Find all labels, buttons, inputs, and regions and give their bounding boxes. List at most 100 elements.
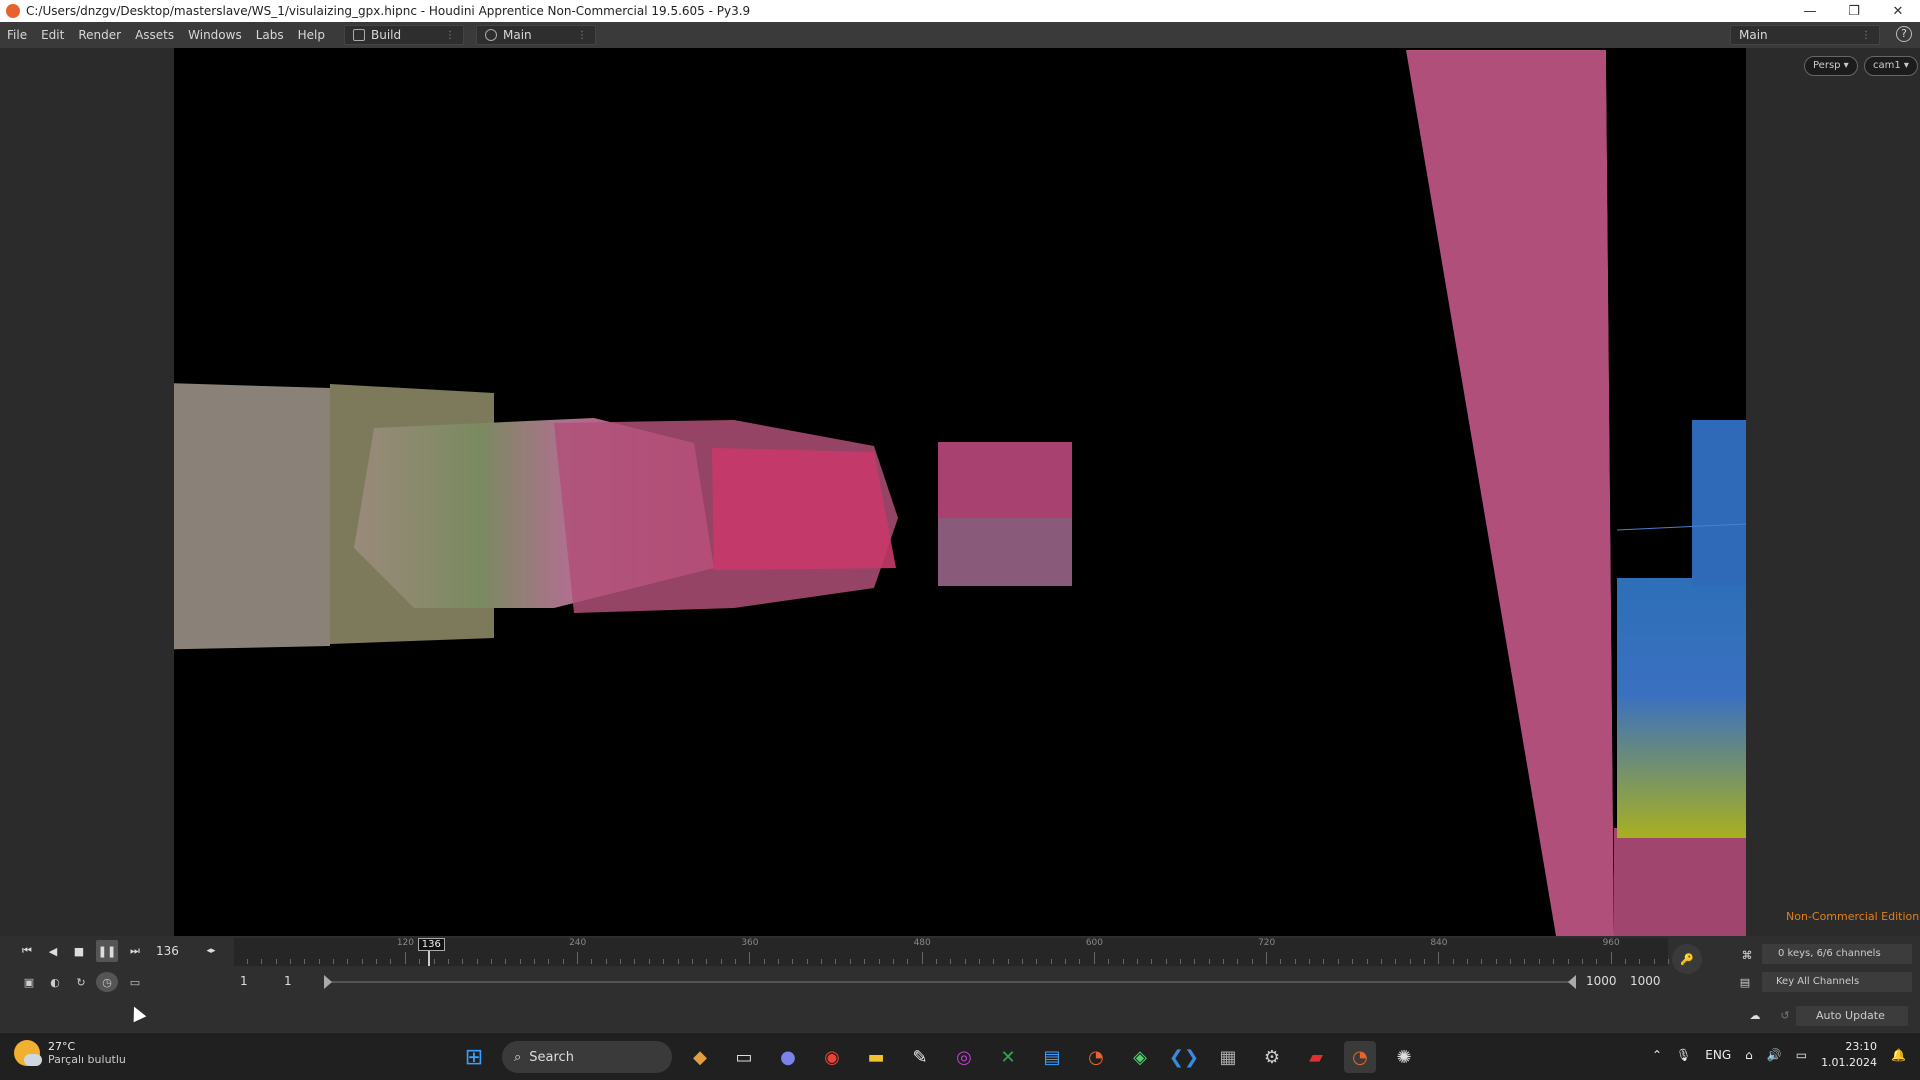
scene-viewport[interactable]: Persp ▾ cam1 ▾ (174, 48, 1746, 936)
close-button[interactable]: ✕ (1876, 0, 1920, 22)
system-tray: ⌃ 🎙 ENG ⌂ 🔊 ▭ 23:10 1.01.2024 🔔 (1652, 1039, 1906, 1071)
ruler-tick (1337, 959, 1339, 964)
ruler-tick (1065, 959, 1067, 964)
layout-icon (353, 29, 365, 41)
instagram-icon[interactable]: ◎ (948, 1041, 980, 1073)
menu-windows[interactable]: Windows (181, 28, 249, 42)
menu-render[interactable]: Render (71, 28, 128, 42)
ruler-tick (821, 959, 823, 964)
pdf-reader-icon[interactable]: ▰ (1300, 1041, 1332, 1073)
weather-widget[interactable]: 27°C Parçalı bulutlu (14, 1040, 126, 1066)
menu-help[interactable]: Help (291, 28, 332, 42)
ruler-tick (1639, 959, 1641, 964)
microphone-icon[interactable]: 🎙 (1676, 1048, 1691, 1062)
houdini-app-icon (6, 4, 20, 18)
network-icon[interactable]: ⌂ (1745, 1048, 1753, 1062)
timeline-ruler[interactable]: 120 240 360 480 600 720 840 960 136 (234, 938, 1669, 966)
windows-taskbar: 27°C Parçalı bulutlu ⊞ ⌕ Search ◆ ▭ ● ◉ … (0, 1032, 1920, 1080)
menu-labs[interactable]: Labs (249, 28, 291, 42)
current-frame-field[interactable]: 136 (156, 944, 179, 958)
pause-button[interactable]: ❚❚ (96, 940, 118, 962)
fps-icon[interactable]: ▭ (124, 972, 146, 992)
menu-file[interactable]: File (0, 28, 34, 42)
ruler-tick (691, 959, 693, 964)
ruler-tick (706, 959, 708, 964)
ruler-tick (1165, 959, 1167, 964)
clock[interactable]: 23:10 1.01.2024 (1821, 1039, 1877, 1071)
windows-start-icon[interactable]: ⊞ (458, 1041, 490, 1073)
key-all-channels-button[interactable]: Key All Channels (1762, 972, 1912, 992)
chevron-icon: ⋮ (577, 29, 587, 41)
range-start-handle[interactable] (324, 975, 332, 989)
git-icon[interactable]: ◈ (1124, 1041, 1156, 1073)
ruler-tick-label: 720 (1258, 938, 1276, 948)
jump-end-button[interactable]: ⏭ (124, 940, 146, 962)
ruler-tick (964, 959, 966, 964)
taskbar-apps: ⊞ ⌕ Search ◆ ▭ ● ◉ ▬ ✎ ◎ ✕ ▤ ◔ ◈ ❮❯ ▦ ⚙ … (458, 1041, 1420, 1073)
right-desktop-selector[interactable]: Main ⋮ (1730, 25, 1880, 45)
desktop-main-selector[interactable]: Main ⋮ (476, 25, 596, 45)
ruler-tick (318, 959, 320, 964)
ruler-tick (1022, 959, 1024, 964)
keys-info[interactable]: 0 keys, 6/6 channels (1762, 944, 1912, 964)
notification-bell-icon[interactable]: 🔔 (1891, 1048, 1906, 1062)
ruler-tick (1610, 952, 1612, 964)
range-start-field[interactable]: 1 (240, 974, 248, 988)
help-icon[interactable]: ? (1896, 26, 1912, 42)
minimize-button[interactable]: — (1788, 0, 1832, 22)
inkscape-icon[interactable]: ✎ (904, 1041, 936, 1073)
ruler-tick (462, 959, 464, 964)
range-end-field[interactable]: 1000 (1586, 974, 1617, 988)
widgets-icon[interactable]: ◆ (684, 1041, 716, 1073)
monitor-icon[interactable]: ▦ (1212, 1041, 1244, 1073)
key-channels-icon[interactable]: ▤ (1734, 972, 1756, 992)
cloud-icon[interactable]: ☁ (1744, 1004, 1766, 1026)
ruler-tick (433, 959, 435, 964)
sync-icon[interactable]: ↺ (1774, 1004, 1796, 1026)
language-indicator[interactable]: ENG (1705, 1048, 1731, 1062)
realtime-clock-icon[interactable]: ◷ (96, 972, 118, 992)
notepad-icon[interactable]: ▤ (1036, 1041, 1068, 1073)
ruler-tick (1624, 959, 1626, 964)
ruler-tick (1266, 952, 1268, 964)
menu-assets[interactable]: Assets (128, 28, 181, 42)
audio-icon[interactable]: ◐ (44, 972, 66, 992)
jump-start-button[interactable]: ⏮ (16, 940, 38, 962)
chevron-up-icon[interactable]: ⌃ (1652, 1048, 1662, 1062)
ruler-tick (634, 959, 636, 964)
stop-button[interactable]: ■ (68, 940, 90, 962)
menu-edit[interactable]: Edit (34, 28, 71, 42)
file-explorer-icon[interactable]: ▬ (860, 1041, 892, 1073)
settings-icon[interactable]: ⚙ (1256, 1041, 1288, 1073)
taskbar-search[interactable]: ⌕ Search (502, 1041, 672, 1073)
chevron-icon: ⋮ (1861, 29, 1871, 41)
restore-button[interactable]: ❐ (1832, 0, 1876, 22)
range-end-field-2[interactable]: 1000 (1630, 974, 1661, 988)
chrome-icon[interactable]: ◉ (816, 1041, 848, 1073)
desktop-build-selector[interactable]: Build ⋮ (344, 25, 464, 45)
ruler-tick (1194, 959, 1196, 964)
vscode-icon[interactable]: ❮❯ (1168, 1041, 1200, 1073)
step-frame-buttons[interactable]: ◂▸ (200, 940, 222, 962)
range-end-handle[interactable] (1568, 975, 1576, 989)
ruler-tick (246, 959, 248, 964)
xbox-icon[interactable]: ✕ (992, 1041, 1024, 1073)
camera-menu-button[interactable]: cam1 ▾ (1864, 56, 1918, 76)
battery-icon[interactable]: ▭ (1796, 1048, 1807, 1062)
teams-icon[interactable]: ● (772, 1041, 804, 1073)
task-view-icon[interactable]: ▭ (728, 1041, 760, 1073)
houdini-alt-icon[interactable]: ✺ (1388, 1041, 1420, 1073)
loop-icon[interactable]: ↻ (70, 972, 92, 992)
auto-update-selector[interactable]: Auto Update (1796, 1006, 1908, 1026)
realtime-toggle-icon[interactable]: ▣ (18, 972, 40, 992)
persp-menu-button[interactable]: Persp ▾ (1804, 56, 1858, 76)
play-reverse-button[interactable]: ◀ (42, 940, 64, 962)
channel-icon[interactable]: ⌘ (1736, 944, 1758, 966)
range-start-field-2[interactable]: 1 (284, 974, 292, 988)
range-slider[interactable] (326, 981, 1576, 983)
volume-icon[interactable]: 🔊 (1767, 1048, 1782, 1062)
houdini-taskbar-icon[interactable]: ◔ (1344, 1041, 1376, 1073)
ruler-tick (1122, 959, 1124, 964)
ruler-tick (1007, 959, 1009, 964)
houdini-launcher-icon[interactable]: ◔ (1080, 1041, 1112, 1073)
